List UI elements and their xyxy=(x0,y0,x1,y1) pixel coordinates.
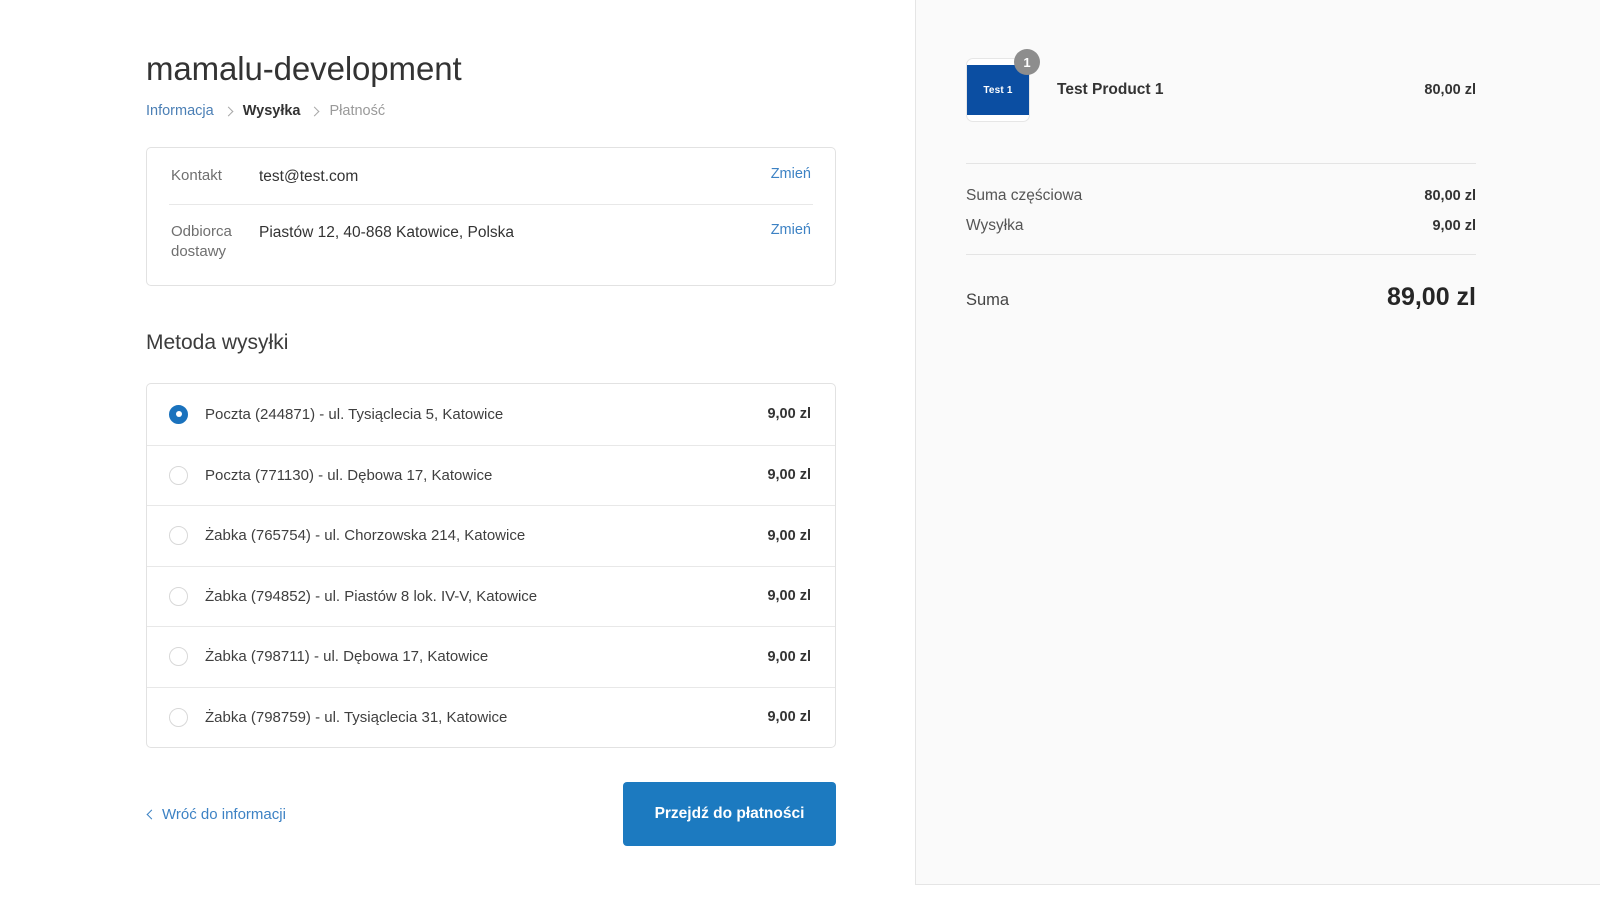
shipping-option-price: 9,00 zl xyxy=(767,588,811,605)
contact-label: Kontakt xyxy=(171,167,222,185)
shipping-option-row[interactable]: Żabka (794852) - ul. Piastów 8 lok. IV-V… xyxy=(147,565,835,627)
cart-line-item: Test 1 1 Test Product 1 80,00 zl xyxy=(966,49,1476,122)
summary-divider xyxy=(966,163,1476,164)
breadcrumb-item-payment: Płatność xyxy=(329,103,386,120)
radio-unselected-icon[interactable] xyxy=(169,647,188,667)
shipping-cost-label: Wysyłka xyxy=(966,217,1024,234)
chevron-right-icon xyxy=(310,107,319,116)
shipping-cost-value: 9,00 zl xyxy=(1432,218,1476,234)
shipping-option-label: Żabka (798759) - ul. Tysiąclecia 31, Kat… xyxy=(205,708,508,726)
subtotal-label: Suma częściowa xyxy=(966,187,1083,204)
contact-value: test@test.com xyxy=(259,168,359,186)
shipping-option-row[interactable]: Żabka (798711) - ul. Dębowa 17, Katowice… xyxy=(147,626,835,687)
radio-unselected-icon[interactable] xyxy=(169,586,188,606)
shipping-option-price: 9,00 zl xyxy=(767,467,811,484)
address-value: Piastów 12, 40-868 Katowice, Polska xyxy=(259,223,515,241)
shipping-option-row[interactable]: Żabka (765754) - ul. Chorzowska 214, Kat… xyxy=(147,505,835,566)
breadcrumb-item-information[interactable]: Informacja xyxy=(146,103,214,119)
subtotal-row: Suma częściowa 80,00 zl xyxy=(966,187,1476,205)
shipping-option-row[interactable]: Poczta (244871) - ul. Tysiąclecia 5, Kat… xyxy=(147,384,835,445)
cart-item-name: Test Product 1 xyxy=(1057,81,1164,98)
radio-unselected-icon[interactable] xyxy=(169,465,188,485)
back-link-label: Wróć do informacji xyxy=(162,805,286,823)
subtotal-value: 80,00 zl xyxy=(1424,188,1476,204)
shipping-option-price: 9,00 zl xyxy=(767,406,811,423)
shipping-option-price: 9,00 zl xyxy=(767,648,811,665)
change-address-link[interactable]: Zmień xyxy=(757,222,811,238)
shipping-option-label: Żabka (798711) - ul. Dębowa 17, Katowice xyxy=(205,648,489,666)
radio-selected-icon[interactable] xyxy=(169,404,188,424)
radio-unselected-icon[interactable] xyxy=(169,707,188,727)
checkout-actions: Wróć do informacji Przejdź do płatności xyxy=(146,782,836,846)
shipping-option-label: Poczta (244871) - ul. Tysiąclecia 5, Kat… xyxy=(205,405,504,423)
breadcrumb-item-shipping[interactable]: Wysyłka xyxy=(243,103,301,119)
page-title: mamalu-development xyxy=(146,50,462,87)
chevron-left-icon xyxy=(146,810,154,818)
order-summary-sidebar: Test 1 1 Test Product 1 80,00 zl Suma cz… xyxy=(915,0,1600,885)
grand-total-divider xyxy=(966,254,1476,255)
chevron-right-icon xyxy=(224,107,233,116)
shipping-option-row[interactable]: Poczta (771130) - ul. Dębowa 17, Katowic… xyxy=(147,444,835,506)
address-label: Odbiorca dostawy xyxy=(171,222,232,261)
shipping-option-label: Poczta (771130) - ul. Dębowa 17, Katowic… xyxy=(205,466,493,484)
contact-row: Kontakt test@test.com Zmień xyxy=(147,148,835,203)
product-thumbnail-wrap: Test 1 1 xyxy=(966,49,1040,122)
radio-unselected-icon[interactable] xyxy=(169,526,188,546)
grand-total-label: Suma xyxy=(966,291,1010,309)
shipping-option-price: 9,00 zl xyxy=(767,527,811,544)
grand-total-value: 89,00 zl xyxy=(1387,283,1476,311)
checkout-main-column: mamalu-development Informacja Wysyłka Pł… xyxy=(0,0,915,900)
shipping-cost-row: Wysyłka 9,00 zl xyxy=(966,217,1476,235)
shipping-option-price: 9,00 zl xyxy=(767,709,811,726)
shipping-option-label: Żabka (794852) - ul. Piastów 8 lok. IV-V… xyxy=(205,587,538,605)
continue-to-payment-button[interactable]: Przejdź do płatności xyxy=(623,782,836,846)
shipping-options-list: Poczta (244871) - ul. Tysiąclecia 5, Kat… xyxy=(146,383,836,748)
address-row: Odbiorca dostawy Piastów 12, 40-868 Kato… xyxy=(147,205,835,285)
grand-total-row: Suma 89,00 zl xyxy=(966,283,1476,312)
shipping-option-row[interactable]: Żabka (798759) - ul. Tysiąclecia 31, Kat… xyxy=(147,686,835,748)
checkout-page: mamalu-development Informacja Wysyłka Pł… xyxy=(0,0,1600,900)
back-to-information-link[interactable]: Wróć do informacji xyxy=(146,806,286,823)
breadcrumb: Informacja Wysyłka Płatność xyxy=(146,103,836,119)
quantity-badge: 1 xyxy=(1014,49,1040,75)
contact-summary-card: Kontakt test@test.com Zmień Odbiorca dos… xyxy=(146,147,836,286)
product-image-label: Test 1 xyxy=(983,84,1013,96)
summary-totals: Suma częściowa 80,00 zl Wysyłka 9,00 zl xyxy=(966,187,1476,235)
shipping-option-label: Żabka (765754) - ul. Chorzowska 214, Kat… xyxy=(205,527,526,545)
change-contact-link[interactable]: Zmień xyxy=(757,166,811,182)
shipping-method-heading: Metoda wysyłki xyxy=(146,331,289,354)
cart-item-price: 80,00 zl xyxy=(1424,82,1476,98)
